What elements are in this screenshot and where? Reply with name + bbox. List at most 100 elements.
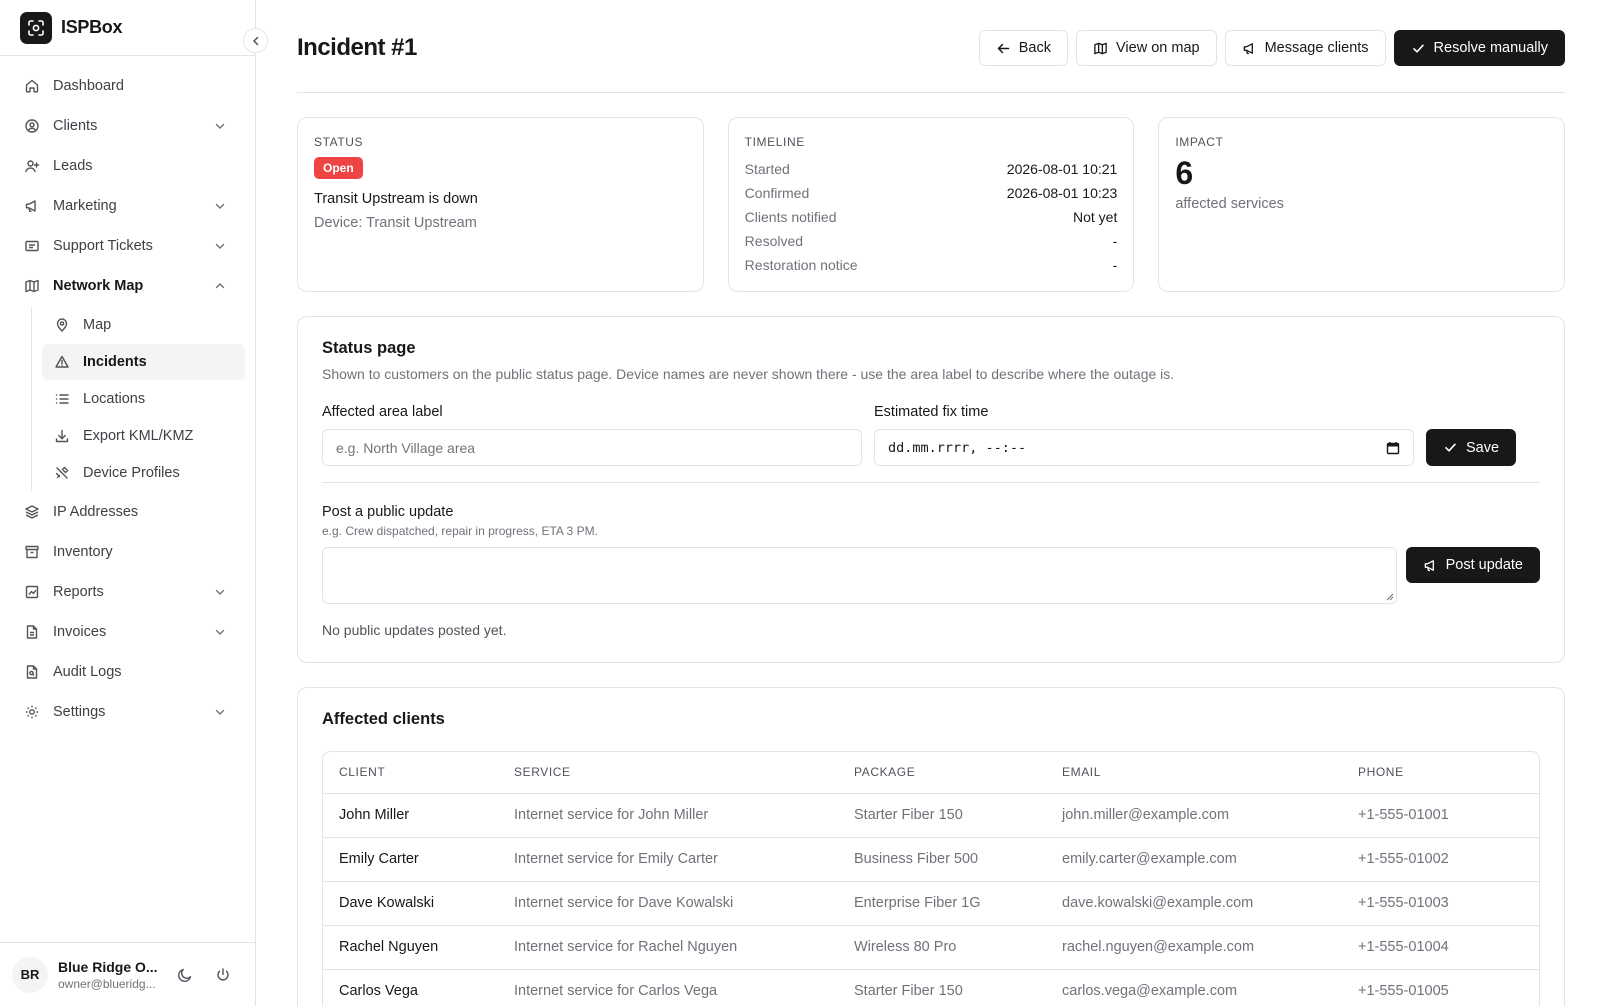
impact-card-label: Impact	[1175, 135, 1224, 149]
table-row[interactable]: Emily Carter Internet service for Emily …	[323, 837, 1539, 882]
sidebar-item-inventory[interactable]: Inventory	[0, 532, 255, 572]
sidebar-item-ip-addresses[interactable]: IP Addresses	[0, 492, 255, 532]
resize-grip-icon[interactable]	[1386, 593, 1394, 601]
section-title: Status page	[322, 339, 416, 357]
timeline-row-restoration: Restoration notice -	[745, 253, 1118, 277]
save-label: Save	[1466, 439, 1500, 456]
view-on-map-button[interactable]: View on map	[1076, 30, 1217, 66]
network-map-subnav: Map Incidents Locations Export KML/KMZ D…	[31, 307, 255, 491]
sidebar-item-clients[interactable]: Clients	[0, 106, 255, 146]
user-circle-icon	[25, 119, 39, 133]
area-label-input[interactable]	[322, 429, 862, 466]
resolve-manually-button[interactable]: Resolve manually	[1393, 30, 1565, 66]
sidebar-item-map[interactable]: Map	[42, 307, 245, 343]
post-update-button[interactable]: Post update	[1405, 547, 1540, 583]
sidebar-item-audit-logs[interactable]: Audit Logs	[0, 652, 255, 692]
post-update-label: Post a public update	[322, 504, 454, 520]
table-row[interactable]: Dave Kowalski Internet service for Dave …	[323, 881, 1539, 926]
back-button[interactable]: Back	[978, 30, 1069, 66]
sidebar-item-invoices[interactable]: Invoices	[0, 612, 255, 652]
sidebar-nav: Dashboard Clients Leads Marketing Suppor…	[0, 56, 255, 732]
save-button[interactable]: Save	[1426, 429, 1517, 466]
file-icon	[26, 625, 38, 639]
timeline-row-confirmed: Confirmed 2026-08-01 10:23	[745, 181, 1118, 205]
summary-cards: Status Open Transit Upstream is down Dev…	[297, 117, 1566, 292]
timeline-key: Restoration notice	[744, 257, 858, 273]
sidebar-item-label: Invoices	[53, 624, 107, 640]
page-title: Incident #1	[297, 34, 417, 61]
sidebar: ISPBox Dashboard Clients Leads Marketing…	[0, 0, 268, 1006]
phone-cell: +1-555-01003	[1342, 881, 1539, 926]
page-header: Incident #1 Back View on map Message cli…	[297, 0, 1565, 93]
email-cell: dave.kowalski@example.com	[1046, 881, 1342, 926]
layers-icon	[25, 505, 39, 519]
sidebar-item-network-map[interactable]: Network Map	[0, 266, 255, 306]
affected-clients-section: Affected clients Client Service Package …	[297, 687, 1565, 1006]
map-icon	[1094, 42, 1107, 54]
sidebar-item-device-profiles[interactable]: Device Profiles	[42, 455, 245, 491]
home-icon	[25, 79, 39, 93]
sidebar-item-support-tickets[interactable]: Support Tickets	[0, 226, 255, 266]
table-row[interactable]: John Miller Internet service for John Mi…	[323, 793, 1539, 838]
fix-time-field: Estimated fix time dd.mm.rrrr, --:--	[874, 404, 1414, 466]
sidebar-item-reports[interactable]: Reports	[0, 572, 255, 612]
affected-clients-table: Client Service Package Email Phone John …	[322, 751, 1540, 1006]
timeline-value: 2026-08-01 10:23	[1006, 185, 1118, 201]
email-cell: carlos.vega@example.com	[1046, 969, 1342, 1006]
sidebar-item-settings[interactable]: Settings	[0, 692, 255, 732]
sidebar-item-label: Leads	[53, 158, 93, 174]
phone-cell: +1-555-01005	[1342, 969, 1539, 1006]
calendar-icon[interactable]	[1386, 441, 1400, 455]
status-badge: Open	[314, 157, 363, 179]
warning-icon	[55, 355, 69, 368]
timeline-rows: Started 2026-08-01 10:21 Confirmed 2026-08…	[745, 157, 1118, 277]
post-update-textarea[interactable]	[322, 547, 1397, 604]
status-page-section: Status page Shown to customers on the pu…	[297, 316, 1565, 663]
timeline-key: Started	[744, 161, 790, 177]
post-update-row: Post update	[322, 547, 1540, 604]
sidebar-item-export-kml[interactable]: Export KML/KMZ	[42, 418, 245, 454]
package-cell: Business Fiber 500	[838, 837, 1046, 882]
sidebar-item-label: Audit Logs	[53, 664, 122, 680]
timeline-row-resolved: Resolved -	[745, 229, 1118, 253]
sidebar-item-label: IP Addresses	[53, 504, 139, 520]
sidebar-item-label: Locations	[83, 391, 146, 407]
moon-icon[interactable]	[176, 966, 194, 984]
area-label-field: Affected area label	[322, 404, 862, 466]
status-card-label: Status	[314, 135, 364, 149]
sidebar-item-incidents[interactable]: Incidents	[42, 344, 245, 380]
sidebar-item-dashboard[interactable]: Dashboard	[0, 66, 255, 106]
megaphone-icon	[1243, 42, 1253, 54]
email-cell: emily.carter@example.com	[1046, 837, 1342, 882]
impact-card: Impact 6 affected services	[1158, 117, 1566, 292]
impact-count: 6	[1175, 155, 1194, 191]
ticket-icon	[25, 240, 39, 252]
sidebar-item-label: Clients	[53, 118, 98, 134]
user-menu[interactable]: BR Blue Ridge O... owner@blueridg...	[0, 942, 255, 1006]
client-name: John Miller	[323, 793, 498, 838]
sidebar-item-leads[interactable]: Leads	[0, 146, 255, 186]
avatar: BR	[12, 956, 48, 993]
sidebar-item-label: Support Tickets	[53, 238, 153, 254]
back-label: Back	[1018, 40, 1052, 56]
brand[interactable]: ISPBox	[0, 0, 255, 56]
sidebar-item-label: Network Map	[53, 278, 144, 294]
section-description: Shown to customers on the public status …	[322, 366, 1175, 382]
collapse-sidebar-button[interactable]	[243, 28, 268, 53]
column-header-email: Email	[1046, 752, 1342, 794]
megaphone-icon	[25, 200, 36, 212]
post-update-button-label: Post update	[1445, 557, 1523, 573]
service-cell: Internet service for Carlos Vega	[498, 969, 838, 1006]
chart-icon	[25, 585, 39, 599]
sidebar-item-locations[interactable]: Locations	[42, 381, 245, 417]
table-row[interactable]: Carlos Vega Internet service for Carlos …	[323, 969, 1539, 1006]
chevron-down-icon	[215, 123, 225, 129]
sidebar-item-marketing[interactable]: Marketing	[0, 186, 255, 226]
download-icon	[55, 429, 69, 443]
message-clients-button[interactable]: Message clients	[1224, 30, 1386, 66]
table-row[interactable]: Rachel Nguyen Internet service for Rache…	[323, 925, 1539, 970]
fix-time-input[interactable]: dd.mm.rrrr, --:--	[874, 429, 1414, 466]
sidebar-item-label: Settings	[53, 704, 106, 720]
power-icon[interactable]	[214, 966, 232, 984]
timeline-card-label: Timeline	[744, 135, 805, 149]
